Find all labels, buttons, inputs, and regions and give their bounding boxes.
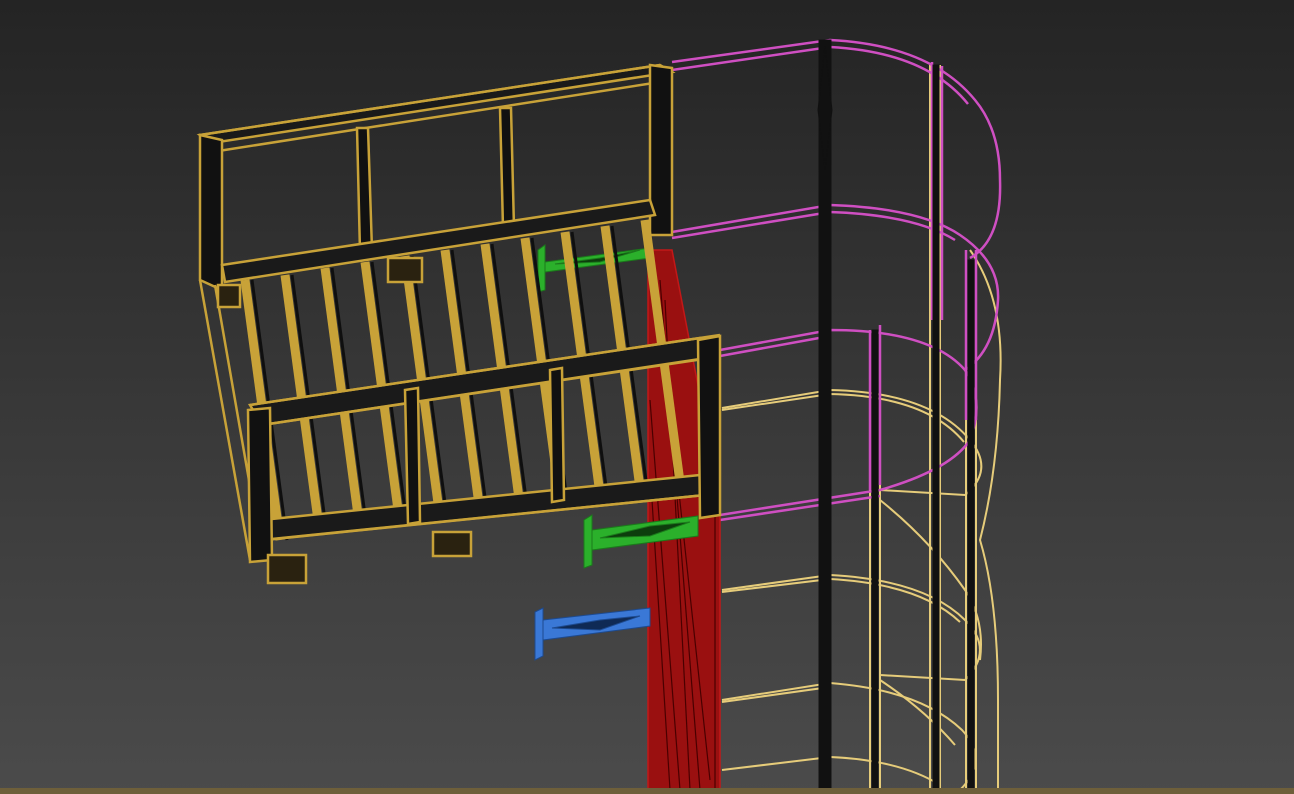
floor-clamp — [266, 553, 308, 585]
floor-clamp — [216, 283, 242, 309]
ground-line — [0, 788, 1294, 794]
floor-clamp — [386, 256, 424, 284]
cage-bar — [967, 259, 975, 791]
post — [246, 406, 274, 564]
wireframe-scene[interactable] — [0, 0, 1294, 794]
post — [548, 366, 566, 504]
viewport-background — [0, 0, 1294, 794]
floor-clamp — [431, 530, 473, 558]
post — [198, 133, 224, 292]
post — [696, 334, 722, 520]
post — [355, 126, 374, 254]
cage-bar — [932, 64, 940, 791]
3d-viewport[interactable] — [0, 0, 1294, 794]
cage-bar — [871, 329, 879, 791]
post — [498, 106, 516, 230]
post — [403, 386, 422, 526]
